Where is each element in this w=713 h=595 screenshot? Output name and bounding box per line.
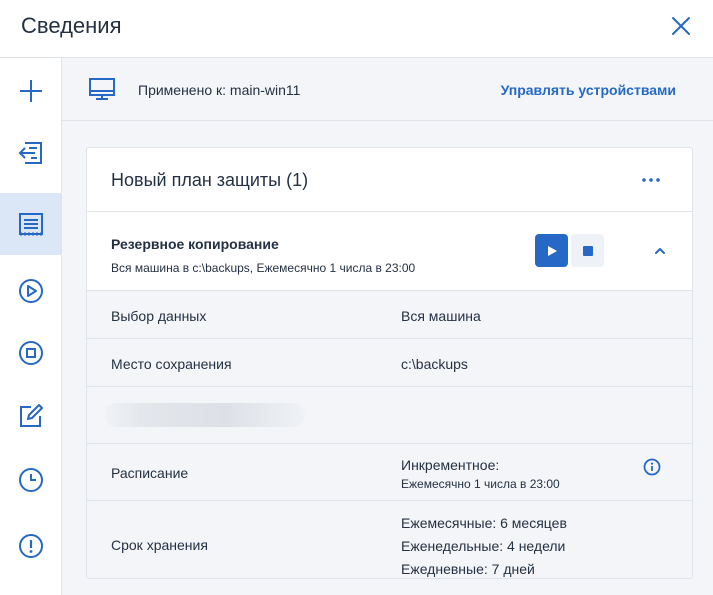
- monitor-icon: [88, 75, 116, 103]
- details-button[interactable]: [0, 193, 61, 255]
- retention-row: Срок хранения Ежемесячные: 6 месяцев Еже…: [87, 501, 692, 578]
- details-main: Применено к: main-win11 Управлять устрой…: [62, 58, 713, 595]
- retention-weekly: Еженедельные: 4 недели: [401, 538, 566, 554]
- backup-module: Резервное копирование Вся машина в c:\ba…: [87, 212, 692, 291]
- list-icon: [18, 213, 43, 236]
- details-header: Сведения: [0, 0, 713, 58]
- plan-header: Новый план защиты (1): [87, 148, 692, 212]
- import-icon: [18, 142, 42, 164]
- storage-row: Место сохранения c:\backups: [87, 339, 692, 387]
- import-button[interactable]: [0, 122, 61, 184]
- chevron-up-icon[interactable]: [649, 240, 671, 262]
- more-icon[interactable]: [639, 170, 663, 190]
- redacted-content: [105, 403, 305, 427]
- edit-icon: [19, 404, 43, 427]
- action-sidebar: [0, 58, 62, 595]
- retention-monthly: Ежемесячные: 6 месяцев: [401, 515, 567, 531]
- run-button[interactable]: [0, 260, 61, 322]
- storage-label: Место сохранения: [111, 356, 232, 372]
- stop-icon: [582, 245, 593, 256]
- clock-icon: [18, 468, 43, 492]
- blurred-row: [87, 387, 692, 444]
- play-circle-icon: [18, 279, 43, 303]
- backup-name: Резервное копирование: [111, 236, 279, 252]
- storage-value: c:\backups: [401, 356, 468, 372]
- edit-button[interactable]: [0, 385, 61, 447]
- history-button[interactable]: [0, 449, 61, 511]
- run-backup-button[interactable]: [535, 234, 568, 267]
- stop-backup-button[interactable]: [571, 234, 604, 267]
- schedule-row: Расписание Инкрементное: Ежемесячно 1 чи…: [87, 444, 692, 501]
- plus-icon: [19, 80, 42, 102]
- retention-daily: Ежедневные: 7 дней: [401, 561, 535, 577]
- info-icon[interactable]: [643, 458, 661, 476]
- stop-button[interactable]: [0, 322, 61, 384]
- applied-to-bar: Применено к: main-win11 Управлять устрой…: [62, 58, 713, 121]
- retention-label: Срок хранения: [111, 537, 208, 553]
- alerts-button[interactable]: [0, 515, 61, 577]
- applied-to-label: Применено к: main-win11: [138, 82, 301, 98]
- add-button[interactable]: [0, 60, 61, 122]
- play-icon: [547, 245, 557, 256]
- data-selection-row: Выбор данных Вся машина: [87, 291, 692, 339]
- panel-title: Сведения: [21, 13, 122, 38]
- schedule-label: Расписание: [111, 465, 189, 481]
- schedule-sub: Ежемесячно 1 числа в 23:00: [401, 477, 560, 491]
- data-selection-label: Выбор данных: [111, 308, 207, 324]
- protection-plan-card: Новый план защиты (1) Резервное копирова…: [86, 147, 693, 579]
- backup-description: Вся машина в c:\backups, Ежемесячно 1 чи…: [111, 261, 416, 275]
- close-icon[interactable]: [668, 13, 694, 39]
- stop-circle-icon: [18, 341, 43, 365]
- alert-circle-icon: [18, 534, 43, 558]
- plan-title: Новый план защиты (1): [111, 170, 309, 190]
- data-selection-value: Вся машина: [401, 308, 481, 324]
- schedule-value: Инкрементное:: [401, 457, 500, 473]
- manage-devices-link[interactable]: Управлять устройствами: [501, 82, 676, 98]
